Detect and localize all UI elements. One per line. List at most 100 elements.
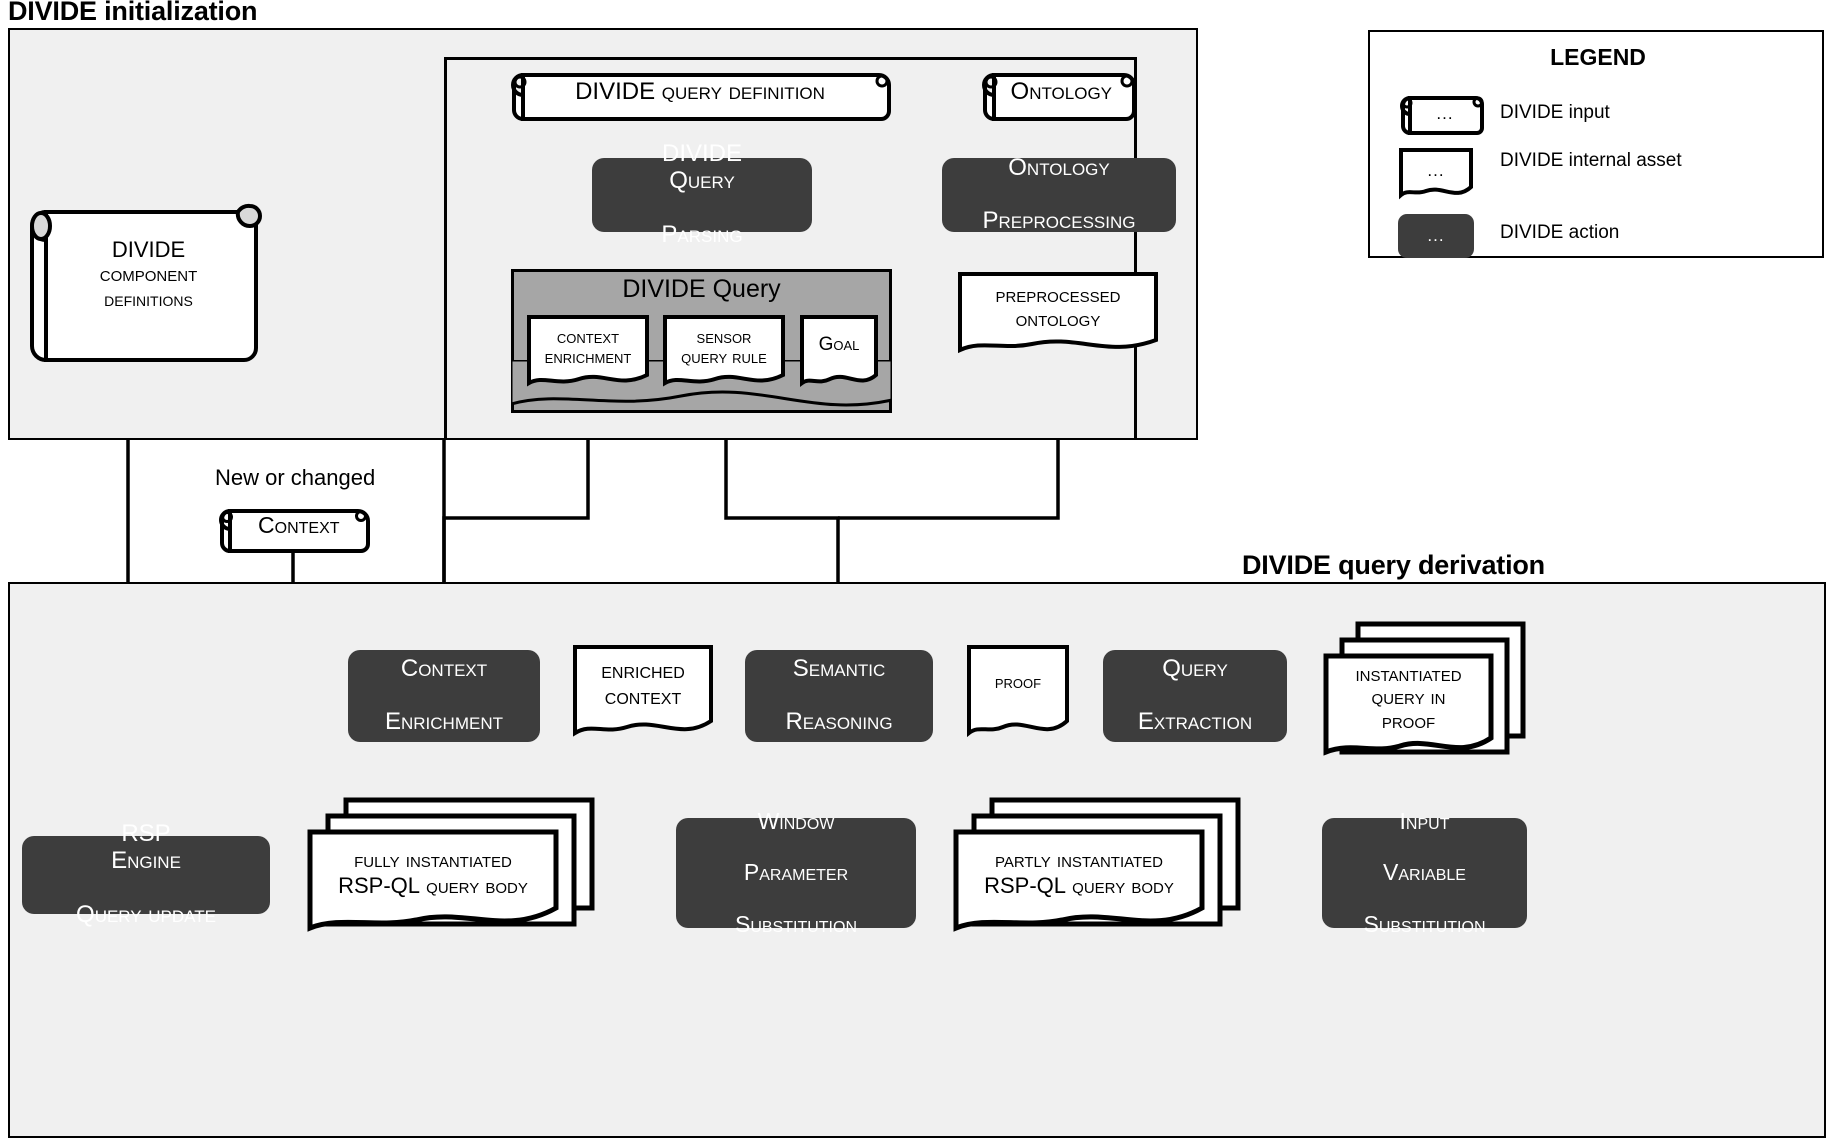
- line-2: Reasoning: [785, 708, 893, 736]
- node-sensor-query-rule[interactable]: Sensor Query Rule: [663, 315, 785, 393]
- line-2: Preprocessing: [982, 207, 1136, 235]
- legend-swatch-divide-action: ...: [1398, 214, 1474, 258]
- node-enriched-context[interactable]: Enriched Context: [573, 645, 713, 745]
- node-divide-query-definition[interactable]: DIVIDE query definition: [505, 66, 895, 126]
- line-1: RSP Engine: [111, 820, 181, 875]
- line-3: Substitution: [734, 910, 857, 937]
- line-3: Substitution: [1363, 910, 1486, 937]
- node-semantic-reasoning[interactable]: Semantic Reasoning: [745, 650, 933, 742]
- line-1: Instantiated: [1355, 662, 1462, 686]
- legend-swatch-divide-internal-asset: ...: [1398, 147, 1474, 203]
- line-1: Context: [258, 512, 340, 539]
- line-2: query definition: [661, 77, 825, 105]
- node-goal[interactable]: Goal: [800, 315, 878, 393]
- legend-title: LEGEND: [1550, 44, 1646, 70]
- node-label: Window Parameter Substitution: [676, 808, 916, 937]
- node-label: Ontology: [989, 67, 1133, 117]
- node-label: Context Enrichment: [348, 650, 540, 742]
- line-1: Enriched: [601, 657, 685, 684]
- line-1: Query: [1162, 654, 1228, 682]
- line-2: query in: [1371, 686, 1446, 710]
- line-3: proof: [1381, 709, 1436, 733]
- line-1: Partly Instantiated: [994, 847, 1164, 873]
- container-divide-query-title: DIVIDE Query: [622, 275, 781, 303]
- node-label: Context: [230, 504, 368, 548]
- node-label: Partly Instantiated RSP-QL query body: [984, 847, 1174, 898]
- node-query-extraction[interactable]: Query Extraction: [1103, 650, 1287, 742]
- node-context-enrichment-rule[interactable]: Context Enrichment: [527, 315, 649, 393]
- node-input-variable-substitution[interactable]: Input Variable Substitution: [1322, 808, 1527, 937]
- legend-ellipsis: ...: [1427, 226, 1445, 245]
- legend-label-divide-action: DIVIDE action: [1500, 222, 1620, 243]
- legend-ellipsis: ...: [1436, 104, 1454, 123]
- line-2: Query Update: [76, 900, 216, 928]
- node-fully-instantiated-query-body[interactable]: Fully Instantiated RSP-QL query body: [306, 796, 596, 948]
- line-2-sc: query body: [1066, 873, 1174, 898]
- line-2: Parameter: [743, 859, 849, 886]
- line-2: Variable: [1383, 859, 1466, 886]
- line-1: Sensor: [696, 326, 752, 347]
- line-2: Enrichment: [384, 708, 503, 736]
- node-label: RSP Engine Query Update: [22, 820, 270, 927]
- node-preprocessed-ontology[interactable]: Preprocessed ontology: [958, 272, 1158, 360]
- diagram-canvas: DIVIDE initialization DIVIDE Component d…: [0, 0, 1834, 1146]
- node-partly-instantiated-query-body[interactable]: Partly Instantiated RSP-QL query body: [952, 796, 1242, 948]
- node-context-enrichment-action[interactable]: Context Enrichment: [348, 650, 540, 742]
- line-1: DIVIDE: [575, 77, 656, 105]
- node-proof[interactable]: proof: [967, 645, 1069, 745]
- node-label: DIVIDE query definition: [525, 67, 876, 117]
- node-label: DIVIDE Query Parsing: [592, 140, 812, 247]
- node-label: Preprocessed ontology: [958, 272, 1158, 342]
- legend-label-divide-internal-asset: DIVIDE internal asset: [1500, 150, 1810, 173]
- node-window-parameter-substitution[interactable]: Window Parameter Substitution: [676, 808, 916, 937]
- line-2: Enrichment: [544, 346, 632, 367]
- legend-label-divide-input: DIVIDE input: [1500, 102, 1610, 123]
- line-1: DIVIDE Query: [661, 140, 742, 195]
- line-2-sc: query body: [420, 873, 528, 898]
- node-label: Goal: [800, 315, 878, 374]
- line-2: Component: [99, 261, 198, 287]
- section-title-derivation: DIVIDE query derivation: [1242, 550, 1545, 580]
- section-title-initialization: DIVIDE initialization: [8, 0, 258, 26]
- node-rsp-engine-query-update[interactable]: RSP Engine Query Update: [22, 820, 270, 928]
- line-2: Parsing: [661, 220, 743, 248]
- node-ontology-preprocessing[interactable]: Ontology Preprocessing: [942, 153, 1176, 235]
- line-1: Window: [757, 807, 835, 834]
- caption-new-or-changed: New or changed: [215, 465, 376, 490]
- node-label: DIVIDE Component definitions: [41, 210, 256, 339]
- node-label: Context Enrichment: [527, 315, 649, 379]
- node-label: Fully Instantiated RSP-QL query body: [338, 847, 528, 898]
- legend-panel: LEGEND ... DIVIDE input ... DIVIDE inter…: [1368, 30, 1824, 258]
- node-label: Sensor Query Rule: [663, 315, 785, 379]
- node-divide-component-definitions[interactable]: DIVIDE Component definitions: [16, 200, 266, 370]
- legend-ellipsis: ...: [1427, 161, 1445, 180]
- node-label: Input Variable Substitution: [1322, 808, 1527, 937]
- node-label: Enriched Context: [573, 645, 713, 723]
- line-1: DIVIDE: [111, 236, 186, 262]
- line-1: Context: [400, 654, 488, 682]
- line-2: ontology: [1015, 306, 1101, 332]
- legend-swatch-divide-input: ...: [1396, 90, 1486, 140]
- node-ontology[interactable]: Ontology: [976, 66, 1140, 126]
- legend-label-text: DIVIDE internal asset: [1500, 150, 1682, 171]
- line-1: Context: [556, 326, 620, 347]
- line-2: Extraction: [1137, 708, 1253, 736]
- line-1: proof: [994, 672, 1042, 694]
- node-divide-query-parsing[interactable]: DIVIDE Query Parsing: [592, 140, 812, 248]
- line-3: definitions: [104, 289, 193, 312]
- line-1: Input: [1399, 807, 1450, 834]
- line-1: Semantic: [792, 654, 886, 682]
- node-context-input[interactable]: Context: [214, 503, 374, 557]
- node-instantiated-query-in-proof[interactable]: Instantiated query in proof: [1322, 620, 1527, 770]
- line-1: Goal: [818, 334, 860, 355]
- line-1: Ontology: [1010, 77, 1113, 105]
- line-2: Context: [604, 683, 682, 709]
- node-label: Semantic Reasoning: [745, 650, 933, 742]
- line-1: Fully Instantiated: [354, 847, 512, 873]
- line-1: Ontology: [1008, 153, 1110, 181]
- node-label: proof: [967, 645, 1069, 721]
- node-label: Ontology Preprocessing: [942, 153, 1176, 235]
- node-label: Query Extraction: [1103, 650, 1287, 742]
- line-2: Query Rule: [681, 346, 767, 367]
- line-1: Preprocessed: [995, 281, 1121, 307]
